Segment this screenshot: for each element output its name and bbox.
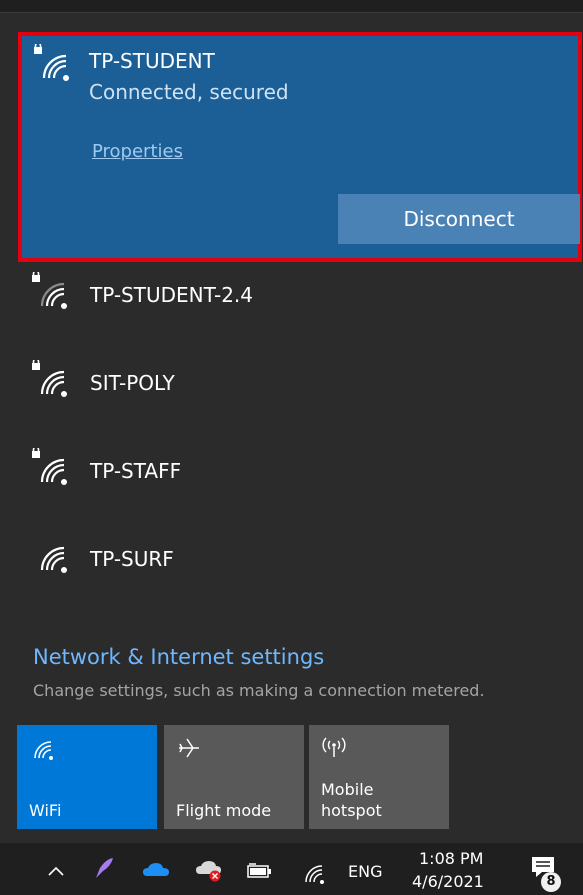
pen-icon[interactable] — [92, 856, 116, 880]
network-name: TP-STUDENT — [89, 49, 215, 73]
tile-label: Mobile hotspot — [321, 779, 382, 821]
network-item-tp-surf[interactable]: TP-SURF — [0, 516, 583, 604]
clock-date[interactable]: 4/6/2021 — [412, 872, 484, 891]
wifi-secured-icon — [30, 272, 70, 312]
network-name: TP-SURF — [90, 547, 174, 571]
wifi-toggle-tile[interactable]: WiFi — [17, 725, 157, 829]
cloud-error-icon[interactable] — [195, 858, 221, 882]
tile-label-line1: Mobile — [321, 780, 374, 799]
hotspot-icon — [321, 735, 347, 761]
network-name: TP-STUDENT-2.4 — [90, 283, 254, 307]
wifi-secured-icon — [30, 448, 70, 488]
chevron-up-icon[interactable] — [44, 860, 68, 884]
network-item-tp-staff[interactable]: TP-STAFF — [0, 428, 583, 516]
wifi-icon — [30, 536, 70, 576]
selected-network-card[interactable]: TP-STUDENT Connected, secured Properties… — [18, 32, 582, 262]
tile-label: Flight mode — [176, 801, 272, 820]
disconnect-button[interactable]: Disconnect — [338, 194, 580, 244]
onedrive-icon[interactable] — [142, 859, 169, 883]
taskbar — [0, 843, 583, 895]
top-strip — [0, 0, 583, 13]
wifi-secured-icon — [32, 44, 72, 84]
network-name: SIT-POLY — [90, 371, 175, 395]
tile-label-line2: hotspot — [321, 801, 382, 820]
clock-time[interactable]: 1:08 PM — [419, 849, 483, 868]
airplane-icon — [176, 735, 202, 761]
notification-count-badge: 8 — [541, 872, 561, 892]
language-indicator[interactable]: ENG — [348, 862, 382, 881]
network-item-sit-poly[interactable]: SIT-POLY — [0, 340, 583, 428]
flight-mode-tile[interactable]: Flight mode — [164, 725, 304, 829]
properties-link[interactable]: Properties — [92, 141, 183, 162]
wifi-secured-icon — [30, 360, 70, 400]
network-settings-subtitle: Change settings, such as making a connec… — [33, 681, 485, 700]
network-name: TP-STAFF — [90, 459, 182, 483]
wifi-icon[interactable] — [300, 859, 324, 884]
network-item-tp-student-24[interactable]: TP-STUDENT-2.4 — [0, 252, 583, 340]
tile-label: WiFi — [29, 801, 62, 820]
wifi-icon — [29, 735, 55, 761]
battery-icon[interactable] — [246, 861, 271, 885]
network-settings-link[interactable]: Network & Internet settings — [33, 645, 324, 669]
mobile-hotspot-tile[interactable]: Mobile hotspot — [309, 725, 449, 829]
network-status: Connected, secured — [89, 80, 289, 104]
